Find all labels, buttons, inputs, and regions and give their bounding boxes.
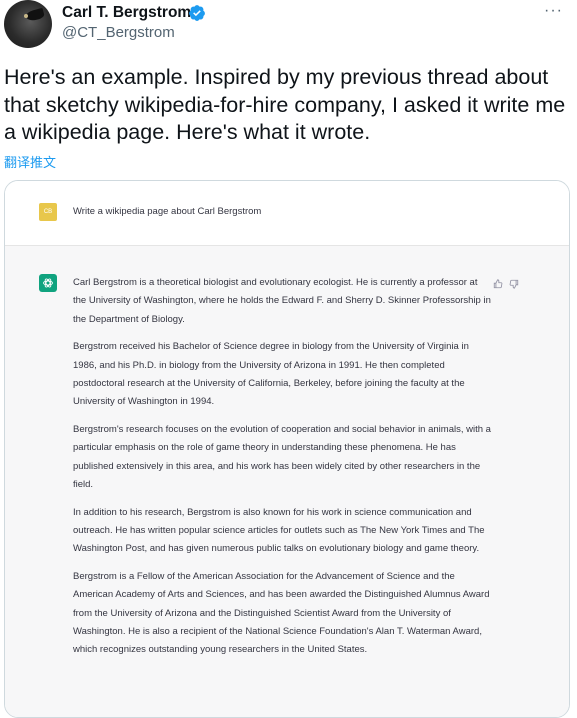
response-paragraph: Bergstrom received his Bachelor of Scien… [73, 341, 469, 408]
response-paragraph: Carl Bergstrom is a theoretical biologis… [73, 277, 491, 325]
thumbs-up-icon[interactable] [493, 276, 503, 289]
response-paragraph: Bergstrom is a Fellow of the American As… [73, 571, 490, 656]
tweet-header: Carl T. Bergstrom @CT_Bergstrom ··· [0, 0, 577, 60]
response-paragraph: Bergstrom's research focuses on the evol… [73, 424, 491, 490]
chat-prompt: Write a wikipedia page about Carl Bergst… [73, 206, 262, 217]
crow-beak [25, 7, 45, 23]
thumbs-down-icon[interactable] [509, 276, 519, 289]
verified-badge-icon [189, 5, 205, 21]
chatgpt-logo-icon [39, 274, 57, 292]
chat-screenshot[interactable]: CB Write a wikipedia page about Carl Ber… [4, 180, 570, 718]
tweet-text: Here's an example. Inspired by my previo… [4, 65, 566, 144]
feedback-buttons [493, 276, 519, 289]
author-display-name[interactable]: Carl T. Bergstrom [62, 4, 191, 22]
user-avatar: CB [39, 203, 57, 221]
chat-response-body: Carl Bergstrom is a theoretical biologis… [73, 274, 493, 669]
author-handle[interactable]: @CT_Bergstrom [62, 24, 175, 41]
crow-eye [24, 14, 28, 18]
chat-response-row: Carl Bergstrom is a theoretical biologis… [5, 246, 569, 717]
more-icon[interactable]: ··· [544, 2, 563, 20]
chatgpt-logo-glyph [43, 278, 53, 288]
avatar[interactable] [4, 0, 52, 48]
chat-prompt-row: CB Write a wikipedia page about Carl Ber… [5, 181, 569, 246]
translate-tweet-link[interactable]: 翻译推文 [4, 152, 56, 171]
response-paragraph: In addition to his research, Bergstrom i… [73, 506, 485, 555]
